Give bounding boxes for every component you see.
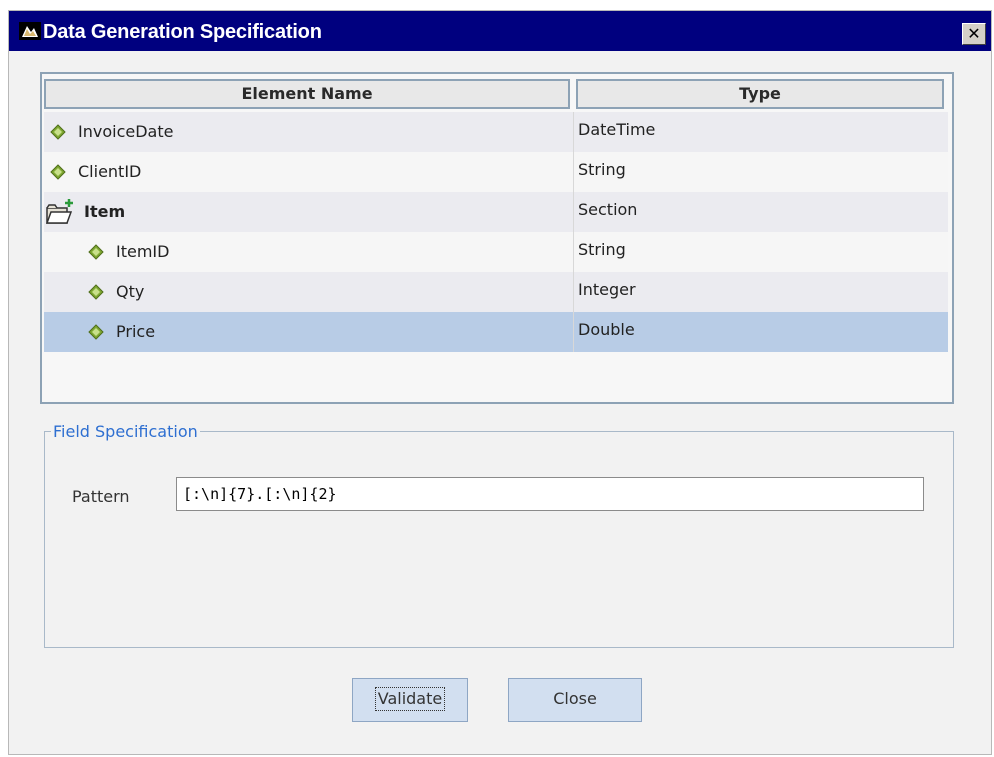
table-row[interactable]: Item Section: [44, 192, 948, 232]
type-cell: String: [578, 240, 626, 259]
diamond-icon: [50, 164, 66, 180]
element-name-cell: InvoiceDate: [78, 122, 174, 141]
element-name-cell: Qty: [116, 282, 145, 301]
type-cell: String: [578, 160, 626, 179]
diamond-icon: [88, 324, 104, 340]
close-button[interactable]: Close: [508, 678, 642, 722]
field-specification-group: Field Specification: [44, 422, 954, 648]
window-title: Data Generation Specification: [43, 21, 322, 43]
element-name-cell: ClientID: [78, 162, 142, 181]
table-row[interactable]: ClientID String: [44, 152, 948, 192]
column-header-type[interactable]: Type: [576, 79, 944, 109]
section-folder-icon: [45, 199, 73, 224]
element-name-cell: Item: [84, 202, 126, 221]
type-cell: Integer: [578, 280, 636, 299]
type-cell: Section: [578, 200, 638, 219]
element-name-cell: Price: [116, 322, 156, 341]
diamond-icon: [88, 284, 104, 300]
diamond-icon: [50, 124, 66, 140]
validate-button-label: Validate: [374, 687, 446, 711]
field-specification-legend: Field Specification: [53, 422, 198, 441]
app-icon: [19, 22, 41, 40]
table-row-selected[interactable]: Price Double: [44, 312, 948, 352]
validate-button[interactable]: Validate: [352, 678, 468, 722]
close-icon: ✕: [967, 24, 981, 43]
pattern-label: Pattern: [72, 487, 130, 506]
element-grid[interactable]: Element Name Type InvoiceDate DateTime C…: [40, 72, 954, 404]
column-header-element-name[interactable]: Element Name: [44, 79, 570, 109]
element-name-cell: ItemID: [116, 242, 170, 261]
pattern-input[interactable]: [176, 477, 924, 511]
type-cell: Double: [578, 320, 635, 339]
table-row[interactable]: Qty Integer: [44, 272, 948, 312]
diamond-icon: [88, 244, 104, 260]
table-row[interactable]: InvoiceDate DateTime: [44, 112, 948, 152]
close-window-button[interactable]: ✕: [962, 23, 986, 45]
table-row[interactable]: ItemID String: [44, 232, 948, 272]
title-bar[interactable]: Data Generation Specification ✕: [9, 11, 991, 51]
type-cell: DateTime: [578, 120, 656, 139]
